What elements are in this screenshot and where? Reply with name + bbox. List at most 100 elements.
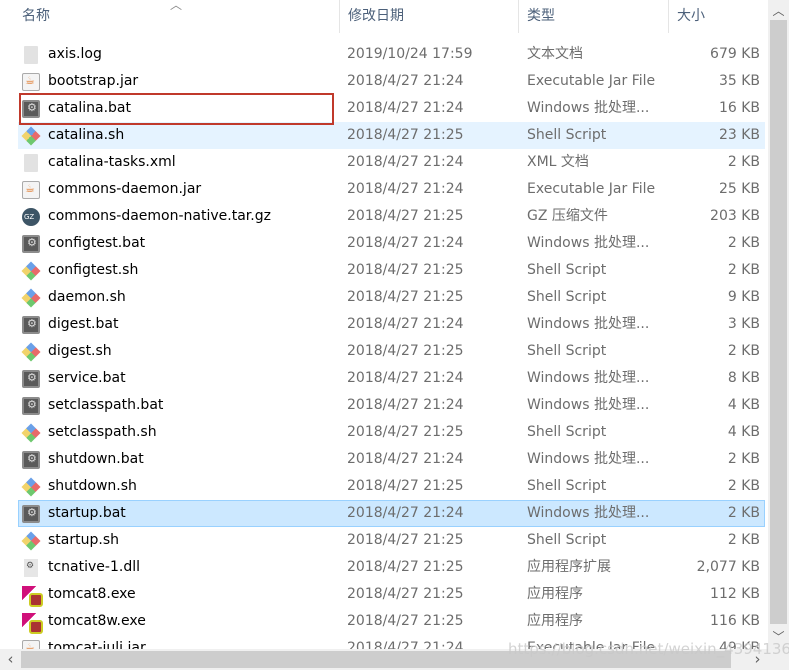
file-size: 16 KB bbox=[718, 100, 760, 116]
file-name: axis.log bbox=[48, 46, 102, 62]
file-size: 2 KB bbox=[727, 478, 760, 494]
file-row[interactable]: axis.log 2019/10/24 17:59 文本文档 679 KB bbox=[18, 41, 765, 68]
file-row[interactable]: startup.bat 2018/4/27 21:24 Windows 批处理.… bbox=[18, 500, 765, 527]
file-row[interactable]: commons-daemon-native.tar.gz 2018/4/27 2… bbox=[18, 203, 765, 230]
sh-file-icon bbox=[21, 477, 41, 497]
bat-file-icon bbox=[22, 316, 40, 334]
jar-file-icon bbox=[22, 181, 40, 199]
column-date[interactable]: 修改日期 bbox=[340, 0, 519, 33]
file-date: 2018/4/27 21:25 bbox=[347, 532, 464, 548]
file-row[interactable]: digest.sh 2018/4/27 21:25 Shell Script 2… bbox=[18, 338, 765, 365]
file-name: service.bat bbox=[48, 370, 126, 386]
file-type: Windows 批处理... bbox=[527, 316, 650, 332]
file-row[interactable]: digest.bat 2018/4/27 21:24 Windows 批处理..… bbox=[18, 311, 765, 338]
file-size: 2 KB bbox=[727, 343, 760, 359]
scroll-up-icon[interactable]: ︿ bbox=[768, 2, 789, 19]
file-date: 2018/4/27 21:24 bbox=[347, 181, 464, 197]
file-row[interactable]: service.bat 2018/4/27 21:24 Windows 批处理.… bbox=[18, 365, 765, 392]
file-row[interactable]: tomcat8.exe 2018/4/27 21:25 应用程序 112 KB bbox=[18, 581, 765, 608]
file-row[interactable]: bootstrap.jar 2018/4/27 21:24 Executable… bbox=[18, 68, 765, 95]
file-name: shutdown.sh bbox=[48, 478, 137, 494]
file-name: tomcat8.exe bbox=[48, 586, 136, 602]
vertical-scrollbar[interactable]: ︿ ﹀ bbox=[768, 0, 789, 649]
file-type: Executable Jar File bbox=[527, 73, 656, 89]
file-type: Windows 批处理... bbox=[527, 100, 650, 116]
file-type: Shell Script bbox=[527, 289, 607, 305]
file-name: digest.bat bbox=[48, 316, 119, 332]
file-date: 2019/10/24 17:59 bbox=[347, 46, 473, 62]
jar-file-icon bbox=[22, 640, 40, 649]
file-row[interactable]: configtest.sh 2018/4/27 21:25 Shell Scri… bbox=[18, 257, 765, 284]
file-name: configtest.sh bbox=[48, 262, 139, 278]
file-size: 203 KB bbox=[710, 208, 760, 224]
file-date: 2018/4/27 21:25 bbox=[347, 127, 464, 143]
file-size: 3 KB bbox=[727, 316, 760, 332]
file-type: Windows 批处理... bbox=[527, 397, 650, 413]
file-row[interactable]: startup.sh 2018/4/27 21:25 Shell Script … bbox=[18, 527, 765, 554]
exe-file-icon bbox=[22, 586, 43, 607]
file-name: tcnative-1.dll bbox=[48, 559, 140, 575]
gz-file-icon bbox=[22, 208, 40, 226]
file-size: 25 KB bbox=[718, 181, 760, 197]
bat-file-icon bbox=[22, 370, 40, 388]
file-date: 2018/4/27 21:25 bbox=[347, 478, 464, 494]
file-size: 2 KB bbox=[727, 154, 760, 170]
file-size: 23 KB bbox=[718, 127, 760, 143]
file-date: 2018/4/27 21:24 bbox=[347, 73, 464, 89]
file-size: 116 KB bbox=[710, 613, 760, 629]
doc-file-icon bbox=[24, 154, 38, 172]
file-row[interactable]: commons-daemon.jar 2018/4/27 21:24 Execu… bbox=[18, 176, 765, 203]
file-row[interactable]: configtest.bat 2018/4/27 21:24 Windows 批… bbox=[18, 230, 765, 257]
file-type: Shell Script bbox=[527, 343, 607, 359]
file-type: Windows 批处理... bbox=[527, 235, 650, 251]
file-row[interactable]: catalina.sh 2018/4/27 21:25 Shell Script… bbox=[18, 122, 765, 149]
sh-file-icon bbox=[21, 288, 41, 308]
column-header: ︿ 名称 修改日期 类型 大小 bbox=[0, 0, 768, 33]
file-size: 35 KB bbox=[718, 73, 760, 89]
file-size: 2,077 KB bbox=[696, 559, 760, 575]
file-date: 2018/4/27 21:24 bbox=[347, 640, 464, 649]
file-row[interactable]: catalina-tasks.xml 2018/4/27 21:24 XML 文… bbox=[18, 149, 765, 176]
file-date: 2018/4/27 21:25 bbox=[347, 424, 464, 440]
file-date: 2018/4/27 21:24 bbox=[347, 451, 464, 467]
doc-file-icon bbox=[24, 46, 38, 64]
column-name[interactable]: 名称 bbox=[14, 0, 340, 33]
file-type: Shell Script bbox=[527, 424, 607, 440]
file-row[interactable]: tomcat8w.exe 2018/4/27 21:25 应用程序 116 KB bbox=[18, 608, 765, 635]
file-date: 2018/4/27 21:24 bbox=[347, 154, 464, 170]
file-date: 2018/4/27 21:25 bbox=[347, 208, 464, 224]
file-name: digest.sh bbox=[48, 343, 112, 359]
file-name: tomcat8w.exe bbox=[48, 613, 146, 629]
file-row[interactable]: shutdown.sh 2018/4/27 21:25 Shell Script… bbox=[18, 473, 765, 500]
file-date: 2018/4/27 21:24 bbox=[347, 370, 464, 386]
file-size: 2 KB bbox=[727, 262, 760, 278]
file-row[interactable]: setclasspath.bat 2018/4/27 21:24 Windows… bbox=[18, 392, 765, 419]
file-row[interactable]: shutdown.bat 2018/4/27 21:24 Windows 批处理… bbox=[18, 446, 765, 473]
file-type: 应用程序 bbox=[527, 613, 583, 629]
file-type: Shell Script bbox=[527, 262, 607, 278]
file-row[interactable]: tcnative-1.dll 2018/4/27 21:25 应用程序扩展 2,… bbox=[18, 554, 765, 581]
column-size[interactable]: 大小 bbox=[669, 0, 768, 33]
watermark: https://blog.csdn.net/weixin_43941364 bbox=[508, 640, 789, 658]
file-date: 2018/4/27 21:24 bbox=[347, 316, 464, 332]
file-date: 2018/4/27 21:24 bbox=[347, 505, 464, 521]
file-size: 679 KB bbox=[710, 46, 760, 62]
file-name: setclasspath.bat bbox=[48, 397, 164, 413]
file-name: commons-daemon.jar bbox=[48, 181, 202, 197]
scroll-left-icon[interactable]: ‹ bbox=[0, 650, 21, 668]
vertical-scroll-thumb[interactable] bbox=[770, 20, 787, 624]
file-date: 2018/4/27 21:25 bbox=[347, 586, 464, 602]
file-type: Shell Script bbox=[527, 532, 607, 548]
file-type: Windows 批处理... bbox=[527, 451, 650, 467]
file-name: startup.bat bbox=[48, 505, 126, 521]
sh-file-icon bbox=[21, 261, 41, 281]
file-row[interactable]: daemon.sh 2018/4/27 21:25 Shell Script 9… bbox=[18, 284, 765, 311]
file-date: 2018/4/27 21:25 bbox=[347, 343, 464, 359]
file-size: 2 KB bbox=[727, 451, 760, 467]
file-date: 2018/4/27 21:24 bbox=[347, 397, 464, 413]
file-row[interactable]: setclasspath.sh 2018/4/27 21:25 Shell Sc… bbox=[18, 419, 765, 446]
highlight-annotation bbox=[19, 93, 334, 125]
sh-file-icon bbox=[21, 531, 41, 551]
file-date: 2018/4/27 21:24 bbox=[347, 235, 464, 251]
column-type[interactable]: 类型 bbox=[519, 0, 669, 33]
